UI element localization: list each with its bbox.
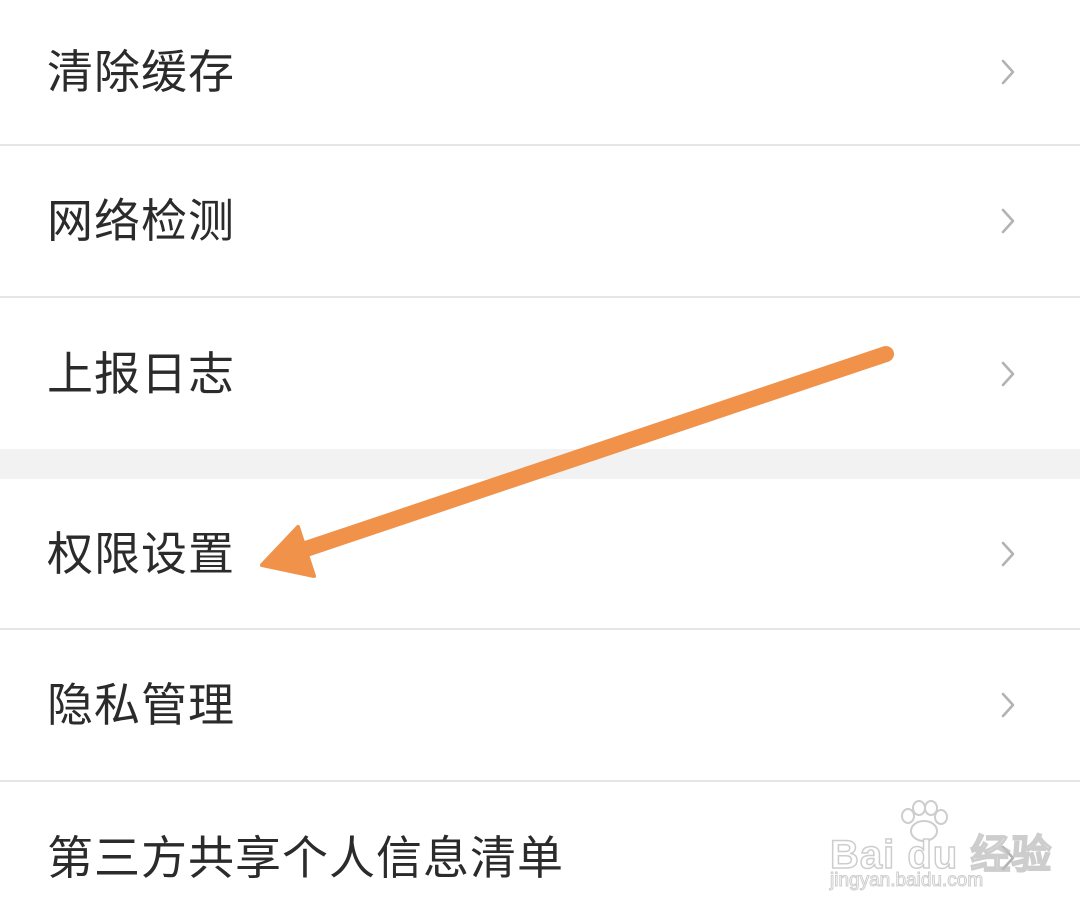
section-gap: [0, 449, 1080, 479]
chevron-right-icon: [1001, 59, 1015, 85]
settings-item-network-check[interactable]: 网络检测: [0, 146, 1080, 296]
settings-item-label: 网络检测: [47, 194, 235, 248]
settings-item-label: 清除缓存: [47, 45, 235, 99]
chevron-right-icon: [1001, 361, 1015, 386]
chevron-right-icon: [1001, 541, 1015, 566]
watermark-url: jingyan.baidu.com: [829, 870, 984, 892]
settings-item-label: 上报日志: [47, 346, 235, 401]
chevron-right-icon: [1001, 692, 1015, 718]
settings-item-upload-log[interactable]: 上报日志: [0, 298, 1080, 449]
settings-item-label: 第三方共享个人信息清单: [47, 830, 564, 885]
settings-item-label: 权限设置: [47, 526, 235, 581]
settings-item-clear-cache[interactable]: 清除缓存: [0, 0, 1080, 144]
chevron-right-icon: [1001, 208, 1015, 234]
settings-item-privacy-management[interactable]: 隐私管理: [0, 630, 1080, 780]
settings-item-permission-settings[interactable]: 权限设置: [0, 479, 1080, 628]
settings-item-label: 隐私管理: [47, 678, 235, 732]
baidu-watermark: Bai du 经验 jingyan.baidu.com: [828, 800, 1068, 900]
